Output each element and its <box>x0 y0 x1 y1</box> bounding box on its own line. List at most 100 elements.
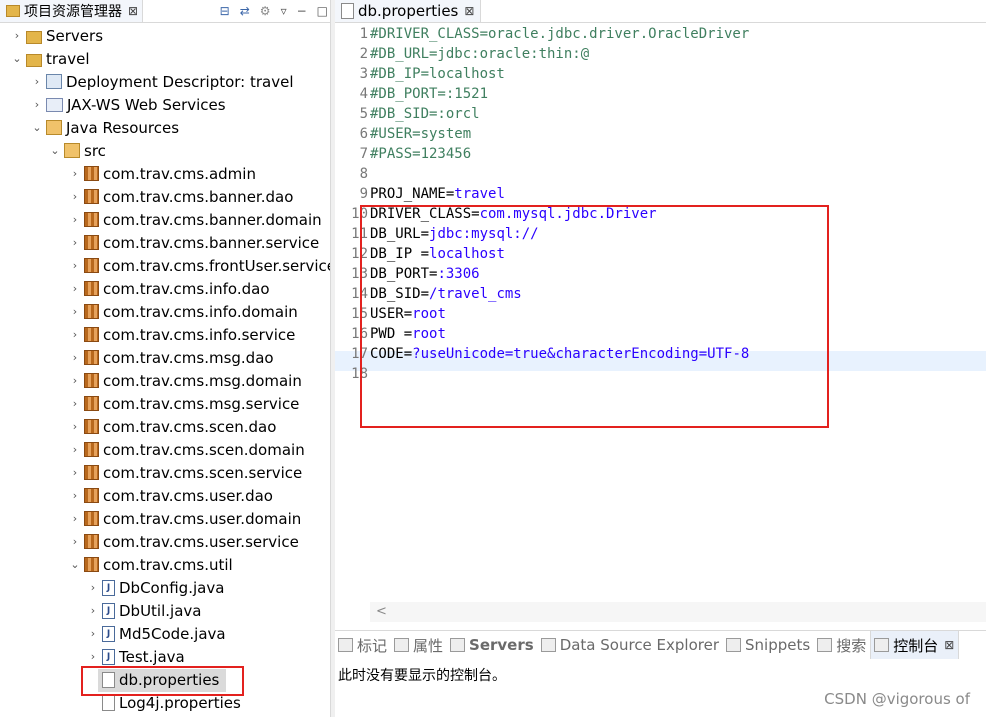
chevron-right-icon[interactable]: › <box>68 328 82 341</box>
pkg-icon <box>84 166 99 181</box>
tree-item[interactable]: › J DbConfig.java <box>86 576 225 599</box>
chevron-right-icon[interactable]: › <box>68 259 82 272</box>
tree-item[interactable]: › com.trav.cms.scen.domain <box>68 438 305 461</box>
filter-icon[interactable]: ⚙ <box>260 4 271 18</box>
tree-item-label: com.trav.cms.scen.service <box>103 463 303 482</box>
view-tab-label: 控制台 <box>893 636 939 655</box>
tree-item-label: com.trav.cms.msg.service <box>103 394 300 413</box>
tree-item[interactable]: › com.trav.cms.admin <box>68 162 256 185</box>
tree-item[interactable]: › com.trav.cms.banner.service <box>68 231 319 254</box>
tree-item[interactable]: › com.trav.cms.info.domain <box>68 300 298 323</box>
chevron-right-icon[interactable]: › <box>68 512 82 525</box>
chevron-down-icon[interactable]: ⌄ <box>48 144 62 157</box>
view-tab[interactable]: Data Source Explorer <box>538 631 723 659</box>
chevron-right-icon[interactable]: › <box>68 535 82 548</box>
view-tab[interactable]: 控制台 ⊠ <box>870 631 960 659</box>
close-icon[interactable]: ⊠ <box>464 4 474 18</box>
tree-item[interactable]: › com.trav.cms.user.domain <box>68 507 301 530</box>
chevron-right-icon[interactable]: › <box>68 282 82 295</box>
chevron-right-icon[interactable]: › <box>68 190 82 203</box>
chevron-right-icon[interactable]: › <box>68 443 82 456</box>
scroll-left-icon[interactable]: < <box>376 602 387 622</box>
view-tab[interactable]: 属性 <box>391 631 447 659</box>
chevron-right-icon[interactable]: › <box>68 213 82 226</box>
tree-item[interactable]: › JAX-WS Web Services <box>30 93 226 116</box>
view-tab[interactable]: 标记 <box>335 631 391 659</box>
collapse-all-icon[interactable]: ⊟ <box>220 4 230 18</box>
tree-item-label: JAX-WS Web Services <box>67 95 226 114</box>
tree-item[interactable]: › com.trav.cms.banner.dao <box>68 185 294 208</box>
tree-item[interactable]: › com.trav.cms.info.service <box>68 323 296 346</box>
ws-icon <box>46 97 63 112</box>
view-tab-icon <box>450 638 466 652</box>
chevron-right-icon[interactable]: › <box>68 489 82 502</box>
minimize-icon[interactable]: − <box>297 4 307 18</box>
editor-tab-title: db.properties <box>358 2 459 20</box>
line-number: 6 <box>359 126 368 142</box>
chevron-right-icon[interactable]: › <box>86 627 100 640</box>
view-menu-icon[interactable]: ▿ <box>281 4 287 18</box>
tree-item[interactable]: ⌄ com.trav.cms.util <box>68 553 232 576</box>
chevron-right-icon[interactable]: › <box>68 466 82 479</box>
tree-item[interactable]: › com.trav.cms.info.dao <box>68 277 270 300</box>
horizontal-scrollbar[interactable]: < <box>370 602 986 622</box>
tree-item-label: Deployment Descriptor: travel <box>66 72 294 91</box>
chevron-right-icon[interactable]: › <box>30 75 44 88</box>
editor-tab-db-properties[interactable]: db.properties ⊠ <box>335 0 482 22</box>
tree-item[interactable]: › com.trav.cms.msg.service <box>68 392 300 415</box>
view-tab[interactable]: Snippets <box>723 631 814 659</box>
tree-item[interactable]: › J DbUtil.java <box>86 599 202 622</box>
view-tab-label: Servers <box>469 636 534 654</box>
view-tab[interactable]: Servers <box>447 631 538 659</box>
tree-item[interactable]: › Servers <box>10 24 103 47</box>
tree-item[interactable]: ⌄ src <box>48 139 106 162</box>
pkg-icon <box>84 442 99 457</box>
close-icon[interactable]: ⊠ <box>128 4 138 18</box>
explorer-toolbar: ⊟ ⇄ ⚙ ▿ − □ <box>220 0 328 22</box>
tree-item[interactable]: › J Test.java <box>86 645 185 668</box>
link-editor-icon[interactable]: ⇄ <box>240 4 250 18</box>
tree-item[interactable]: › com.trav.cms.frontUser.service <box>68 254 330 277</box>
annotation-box-db-properties <box>81 666 244 696</box>
maximize-icon[interactable]: □ <box>317 4 328 18</box>
chevron-right-icon[interactable]: › <box>68 420 82 433</box>
chevron-right-icon[interactable]: › <box>68 236 82 249</box>
tree-item[interactable]: › Deployment Descriptor: travel <box>30 70 294 93</box>
chevron-right-icon[interactable]: › <box>68 397 82 410</box>
view-tab-icon <box>540 638 556 652</box>
tree-item[interactable]: ⌄ Java Resources <box>30 116 179 139</box>
chevron-down-icon[interactable]: ⌄ <box>68 558 82 571</box>
chevron-down-icon[interactable]: ⌄ <box>10 52 24 65</box>
tree-item[interactable]: › com.trav.cms.user.service <box>68 530 299 553</box>
view-tab[interactable]: 搜索 <box>814 631 870 659</box>
tree-item[interactable]: › com.trav.cms.msg.domain <box>68 369 302 392</box>
explorer-tab[interactable]: 项目资源管理器 ⊠ <box>0 0 144 22</box>
tree-item[interactable]: › com.trav.cms.user.dao <box>68 484 273 507</box>
close-icon[interactable]: ⊠ <box>944 638 954 652</box>
tree-item[interactable]: ⌄ travel <box>10 47 89 70</box>
tree-item[interactable]: › com.trav.cms.scen.dao <box>68 415 277 438</box>
chevron-right-icon[interactable]: › <box>86 581 100 594</box>
pkg-icon <box>84 488 99 503</box>
chevron-right-icon[interactable]: › <box>68 167 82 180</box>
code-line: #DRIVER_CLASS=oracle.jdbc.driver.OracleD… <box>370 26 749 42</box>
chevron-right-icon[interactable]: › <box>68 305 82 318</box>
chevron-right-icon[interactable]: › <box>10 29 24 42</box>
chevron-right-icon[interactable]: › <box>86 650 100 663</box>
chevron-right-icon[interactable]: › <box>30 98 44 111</box>
chevron-right-icon[interactable]: › <box>68 351 82 364</box>
tree-item[interactable]: › com.trav.cms.msg.dao <box>68 346 274 369</box>
jr-icon <box>46 120 62 135</box>
tree-item[interactable]: › com.trav.cms.scen.service <box>68 461 302 484</box>
chevron-right-icon[interactable]: › <box>68 374 82 387</box>
tree-item[interactable]: › J Md5Code.java <box>86 622 226 645</box>
view-tab-label: Snippets <box>745 636 811 654</box>
bottom-views-panel: 标记 属性 Servers Data Source Explorer Snippets 搜… <box>335 630 986 718</box>
pkg-icon <box>84 281 99 296</box>
chevron-right-icon[interactable]: › <box>86 604 100 617</box>
chevron-down-icon[interactable]: ⌄ <box>30 121 44 134</box>
pkg-icon <box>84 189 99 204</box>
pkg-icon <box>84 419 99 434</box>
code-line: #DB_URL=jdbc:oracle:thin:@ <box>370 46 589 62</box>
tree-item[interactable]: › com.trav.cms.banner.domain <box>68 208 322 231</box>
